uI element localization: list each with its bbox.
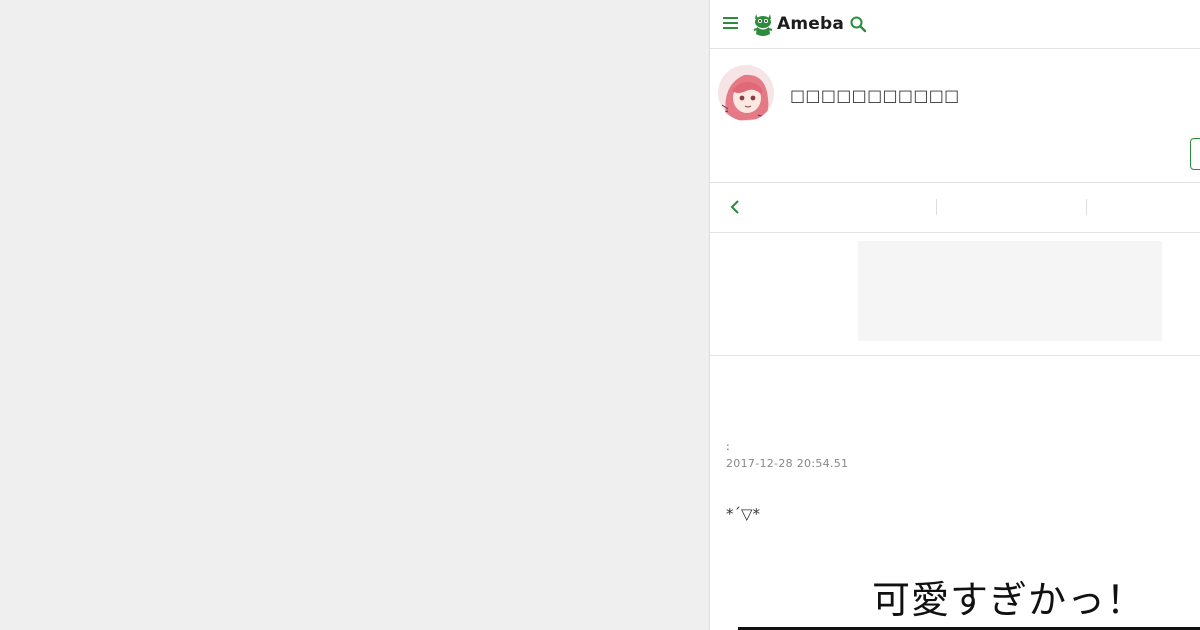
mobile-page: Ameba □□□□□□□□□□□: 2017-12-28 20:54.51 …	[709, 0, 1200, 630]
follow-button[interactable]	[1190, 138, 1200, 170]
blog-profile: □□□□□□□□□□□	[710, 49, 1200, 183]
ad-placeholder[interactable]	[858, 241, 1162, 341]
chevron-left-icon[interactable]	[728, 199, 742, 215]
avatar[interactable]	[718, 65, 774, 121]
article-theme[interactable]: :	[726, 440, 730, 453]
article-body-text: *´▽*	[726, 505, 761, 523]
nav-divider	[1086, 199, 1087, 215]
article-image-text: 可愛すぎかっ！	[872, 578, 1146, 622]
site-header: Ameba	[710, 0, 1200, 49]
hamburger-menu-icon[interactable]	[723, 17, 738, 29]
ameba-mascot-icon	[753, 14, 773, 36]
ameba-logo[interactable]: Ameba	[752, 10, 844, 38]
article-navigation	[710, 183, 1200, 233]
ad-area	[710, 233, 1200, 356]
nav-divider	[936, 199, 937, 215]
article: : 2017-12-28 20:54.51 *´▽* 可愛すぎかっ！	[710, 356, 1200, 630]
search-icon[interactable]	[849, 15, 867, 33]
avatar-image	[718, 65, 774, 121]
article-date: 2017-12-28 20:54.51	[726, 457, 849, 470]
blog-title[interactable]: □□□□□□□□□□□	[790, 86, 960, 105]
logo-text: Ameba	[777, 14, 845, 34]
